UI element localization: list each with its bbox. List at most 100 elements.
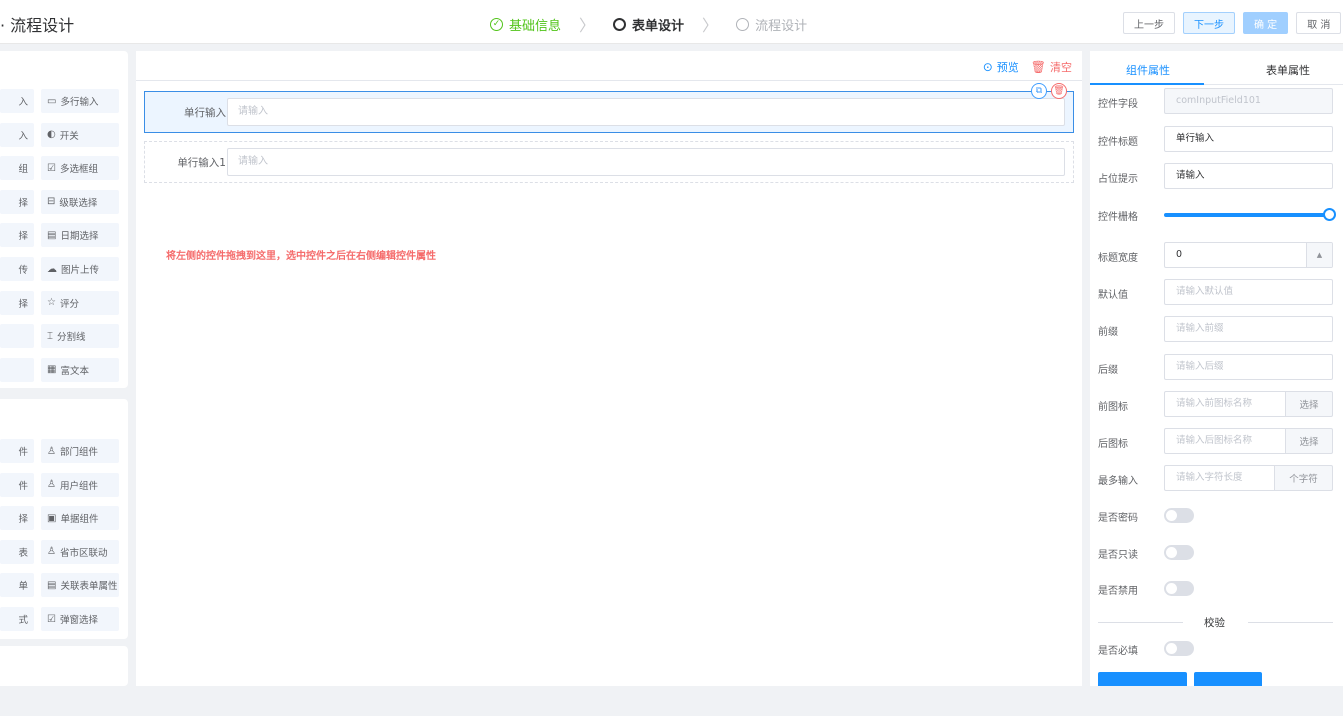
step-basic-info[interactable]: ✓ 基础信息 xyxy=(490,15,561,34)
chevron-up-icon[interactable]: ▲ xyxy=(1307,243,1332,267)
component-label: 富文本 xyxy=(60,365,89,377)
component-item-partial[interactable]: 式 xyxy=(0,607,34,631)
number-stepper[interactable]: ▲ ▼ xyxy=(1306,243,1332,267)
title-input[interactable]: 单行输入 xyxy=(1164,126,1333,152)
top-header: · 流程设计 ✓ 基础信息 〉 表单设计 〉 流程设计 上一步 下一步 确 定 … xyxy=(0,0,1343,44)
step-form-design[interactable]: 表单设计 xyxy=(613,15,684,34)
divider-line xyxy=(1098,622,1183,623)
maxlength-input[interactable]: 请输入字符长度 xyxy=(1164,465,1275,491)
suffix-input[interactable]: 请输入后缀 xyxy=(1164,354,1333,380)
component-item[interactable]: ☆ 评分 xyxy=(41,290,119,315)
component-item[interactable]: ♙ 省市区联动 xyxy=(41,539,119,564)
slider-handle[interactable] xyxy=(1323,208,1336,221)
disabled-switch[interactable] xyxy=(1164,581,1194,596)
chevron-right-icon: 〉 xyxy=(579,16,596,35)
label-width-input[interactable]: 0 ▲ ▼ xyxy=(1164,242,1333,268)
placeholder-input[interactable]: 请输入 xyxy=(1164,163,1333,189)
confirm-button[interactable]: 确 定 xyxy=(1243,12,1289,34)
readonly-switch[interactable] xyxy=(1164,545,1194,560)
step-label: 表单设计 xyxy=(632,18,685,34)
prefix-icon-input[interactable]: 请输入前图标名称 xyxy=(1164,391,1286,417)
step-flow-design[interactable]: 流程设计 xyxy=(736,15,807,34)
preview-button[interactable]: ⊙ 预览 xyxy=(983,59,1019,75)
form-field-row[interactable]: 单行输入 请输入 ⧉ 🗑 xyxy=(144,83,1074,133)
field-input[interactable]: 请输入 xyxy=(227,98,1065,126)
required-switch[interactable] xyxy=(1164,641,1194,656)
department-icon: ♙ xyxy=(47,445,56,457)
component-item-partial[interactable] xyxy=(0,357,34,382)
component-item-partial[interactable]: 择 xyxy=(0,189,34,214)
component-item[interactable]: ☑ 弹窗选择 xyxy=(41,607,119,631)
check-circle-icon: ✓ xyxy=(490,17,503,31)
step-label: 流程设计 xyxy=(755,18,808,34)
component-item-partial[interactable]: 组 xyxy=(0,156,34,181)
component-item[interactable]: ▭ 多行输入 xyxy=(41,89,119,113)
component-item-partial[interactable] xyxy=(0,324,34,349)
component-item-partial[interactable]: 择 xyxy=(0,290,34,315)
component-label: 单据组件 xyxy=(60,514,99,526)
component-item-partial[interactable]: 表 xyxy=(0,539,34,564)
prefix-input[interactable]: 请输入前缀 xyxy=(1164,316,1333,342)
component-item[interactable]: ♙ 用户组件 xyxy=(41,472,119,497)
form-canvas[interactable]: ⊙ 预览 🗑 清空 单行输入 请输入 ⧉ 🗑 单行输入1 请输入 将左侧的控件拖… xyxy=(136,51,1082,686)
copy-icon[interactable]: ⧉ xyxy=(1031,83,1047,99)
prop-label: 是否禁用 xyxy=(1098,586,1138,597)
component-item[interactable]: ☑ 多选框组 xyxy=(41,156,119,181)
component-item[interactable]: ♙ 部门组件 xyxy=(41,439,119,463)
prop-disabled: 是否禁用 xyxy=(1098,575,1333,601)
cancel-button[interactable]: 取 消 xyxy=(1296,12,1342,34)
properties-tabs: 组件属性 表单属性 xyxy=(1090,51,1343,85)
component-item-partial[interactable]: 件 xyxy=(0,439,34,463)
cascader-icon: ⊟ xyxy=(47,196,56,208)
form-field-row[interactable]: 单行输入1 请输入 xyxy=(144,141,1074,183)
prop-label: 后缀 xyxy=(1098,365,1118,376)
component-item-partial[interactable]: 件 xyxy=(0,472,34,497)
component-item-partial[interactable]: 择 xyxy=(0,223,34,248)
next-step-button[interactable]: 下一步 xyxy=(1183,12,1235,34)
select-prefix-icon-button[interactable]: 选择 xyxy=(1285,391,1333,417)
delete-icon[interactable]: 🗑 xyxy=(1051,83,1067,99)
prop-label: 后图标 xyxy=(1098,439,1128,450)
page-title: · 流程设计 xyxy=(0,16,75,35)
clear-label: 清空 xyxy=(1050,61,1072,74)
component-item-partial[interactable]: 单 xyxy=(0,573,34,598)
component-item-partial[interactable]: 传 xyxy=(0,257,34,281)
prop-password: 是否密码 xyxy=(1098,502,1333,528)
tab-form-props[interactable]: 表单属性 xyxy=(1266,62,1310,78)
component-item-partial[interactable]: 择 xyxy=(0,506,34,531)
select-suffix-icon-button[interactable]: 选择 xyxy=(1285,428,1333,454)
step-label: 基础信息 xyxy=(509,18,562,34)
label-width-value: 0 xyxy=(1176,249,1183,260)
component-item[interactable]: ◐ 开关 xyxy=(41,122,119,147)
tab-component-props[interactable]: 组件属性 xyxy=(1126,62,1170,78)
prop-readonly: 是否只读 xyxy=(1098,539,1333,565)
component-label: 关联表单属性 xyxy=(60,581,118,593)
document-icon: ▣ xyxy=(47,512,57,524)
add-rule-button[interactable] xyxy=(1098,672,1187,686)
rule-action-button[interactable] xyxy=(1194,672,1262,686)
prop-suffix-icon: 后图标 请输入后图标名称 选择 xyxy=(1098,428,1333,454)
component-item[interactable]: ▤ 关联表单属性 xyxy=(41,573,119,598)
field-input[interactable]: 请输入 xyxy=(227,148,1065,176)
component-item[interactable]: ☁ 图片上传 xyxy=(41,257,119,281)
component-item[interactable]: ▦ 富文本 xyxy=(41,357,119,382)
component-item[interactable]: ⌶ 分割线 xyxy=(41,324,119,349)
prop-label: 前缀 xyxy=(1098,327,1118,338)
component-label: 部门组件 xyxy=(59,447,98,458)
textarea-icon: ▭ xyxy=(47,95,57,107)
password-switch[interactable] xyxy=(1164,508,1194,523)
prev-step-button[interactable]: 上一步 xyxy=(1123,12,1175,34)
default-value-input[interactable]: 请输入默认值 xyxy=(1164,279,1333,305)
component-item[interactable]: ▤ 日期选择 xyxy=(41,223,119,248)
prop-prefix: 前缀 请输入前缀 xyxy=(1098,316,1333,342)
component-label: 多选框组 xyxy=(59,164,98,176)
component-item[interactable]: ▣ 单据组件 xyxy=(41,506,119,531)
component-item[interactable]: ⊟ 级联选择 xyxy=(41,189,119,214)
component-item-partial[interactable]: 入 xyxy=(0,89,34,113)
field-label: 单行输入 xyxy=(184,107,226,119)
grid-slider[interactable] xyxy=(1164,208,1336,221)
component-item-partial[interactable]: 入 xyxy=(0,122,34,147)
suffix-icon-input[interactable]: 请输入后图标名称 xyxy=(1164,428,1286,454)
clear-button[interactable]: 🗑 清空 xyxy=(1031,59,1072,75)
active-tab-indicator xyxy=(1090,83,1204,85)
